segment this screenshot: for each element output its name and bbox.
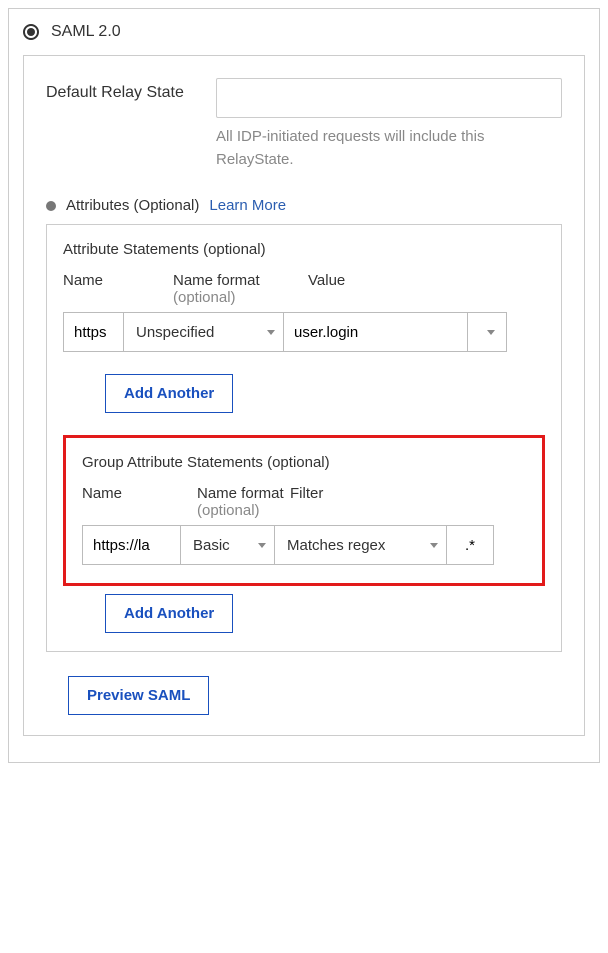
attr-col-name: Name xyxy=(63,272,173,306)
chevron-down-icon xyxy=(258,543,266,548)
default-relay-label: Default Relay State xyxy=(46,78,196,171)
attr-value-dropdown-button[interactable] xyxy=(467,312,507,352)
group-filter-op-select[interactable]: Matches regex xyxy=(274,525,446,565)
group-col-headers: Name Name format (optional) Filter xyxy=(82,485,526,519)
group-format-value: Basic xyxy=(193,537,230,554)
attr-row: Unspecified xyxy=(63,312,545,352)
group-attribute-highlight: Group Attribute Statements (optional) Na… xyxy=(63,435,545,586)
group-col-name: Name xyxy=(82,485,197,519)
group-format-select[interactable]: Basic xyxy=(180,525,274,565)
default-relay-help: All IDP-initiated requests will include … xyxy=(216,126,562,171)
group-col-format: Name format (optional) xyxy=(197,485,290,519)
attr-format-value: Unspecified xyxy=(136,324,214,341)
attr-col-format: Name format (optional) xyxy=(173,272,308,306)
group-col-format-label: Name format xyxy=(197,485,284,502)
attribute-statements-title: Attribute Statements (optional) xyxy=(63,241,545,258)
saml-config-panel: Default Relay State All IDP-initiated re… xyxy=(23,55,585,736)
add-another-group-button[interactable]: Add Another xyxy=(105,594,233,633)
default-relay-input[interactable] xyxy=(216,78,562,118)
attr-name-input[interactable] xyxy=(63,312,123,352)
chevron-down-icon xyxy=(267,330,275,335)
group-col-filter: Filter xyxy=(290,485,526,519)
attr-col-format-label: Name format xyxy=(173,272,260,289)
attributes-header-label: Attributes (Optional) xyxy=(66,197,199,214)
saml-2-radio[interactable] xyxy=(23,24,39,40)
learn-more-link[interactable]: Learn More xyxy=(209,197,286,214)
saml-settings-panel: SAML 2.0 Default Relay State All IDP-ini… xyxy=(8,8,600,763)
chevron-down-icon xyxy=(430,543,438,548)
group-filter-value-input[interactable] xyxy=(446,525,494,565)
group-row: Basic Matches regex xyxy=(82,525,526,565)
group-filter-op-value: Matches regex xyxy=(287,537,385,554)
attributes-header: Attributes (Optional) Learn More xyxy=(46,197,562,214)
attr-col-format-sub: (optional) xyxy=(173,289,236,306)
attr-format-select[interactable]: Unspecified xyxy=(123,312,283,352)
default-relay-row: Default Relay State All IDP-initiated re… xyxy=(46,78,562,171)
saml-version-radio-row: SAML 2.0 xyxy=(23,23,585,41)
attr-col-headers: Name Name format (optional) Value xyxy=(63,272,545,306)
status-dot-icon xyxy=(46,201,56,211)
chevron-down-icon xyxy=(487,330,495,335)
group-name-input[interactable] xyxy=(82,525,180,565)
attribute-statements-panel: Attribute Statements (optional) Name Nam… xyxy=(46,224,562,652)
attr-col-value: Value xyxy=(308,272,545,306)
group-col-format-sub: (optional) xyxy=(197,502,260,519)
attr-value-input[interactable] xyxy=(283,312,467,352)
group-attribute-title: Group Attribute Statements (optional) xyxy=(82,454,526,471)
preview-saml-button[interactable]: Preview SAML xyxy=(68,676,209,715)
add-another-attribute-button[interactable]: Add Another xyxy=(105,374,233,413)
saml-2-radio-label: SAML 2.0 xyxy=(51,23,121,41)
